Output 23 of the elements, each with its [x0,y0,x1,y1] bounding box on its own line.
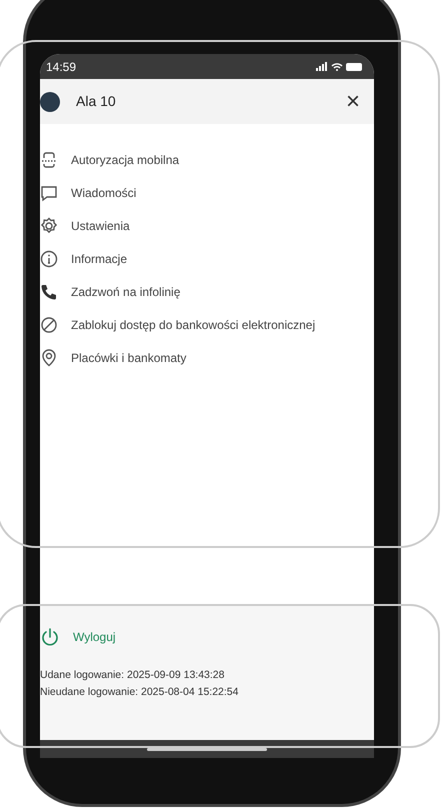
menu-item[interactable]: Wiadomości [40,177,374,210]
device-icon [40,151,58,169]
user-name: Ala 10 [76,92,117,111]
power-icon [40,627,60,647]
menu-item[interactable]: Placówki i bankomaty [40,342,374,375]
close-button[interactable]: × [342,90,364,114]
status-icons [316,62,364,72]
phone-icon [40,283,58,301]
settings-icon [40,217,58,235]
avatar-icon [40,92,60,112]
menu-item[interactable]: Zablokuj dostęp do bankowości elektronicznej [40,309,374,342]
menu-item[interactable]: Ustawienia [40,210,374,243]
location-pin-icon [40,349,58,367]
menu-item[interactable]: Informacje [40,243,374,276]
status-time: 14:59 [46,58,76,76]
menu-item[interactable]: Autoryzacja mobilna [40,144,374,177]
block-icon [40,316,58,334]
info-icon [40,250,58,268]
login-info-text: Udane logowanie: 2025-09-09 13:43:28 [40,668,226,683]
login-info-text: Nieudane logowanie: 2025-08-04 15:22:54 [40,684,240,700]
speech-bubble-icon [40,184,58,202]
menu-item[interactable]: Zadzwoń na infolinię [40,276,374,309]
logout-button[interactable]: Wyloguj [40,627,116,647]
